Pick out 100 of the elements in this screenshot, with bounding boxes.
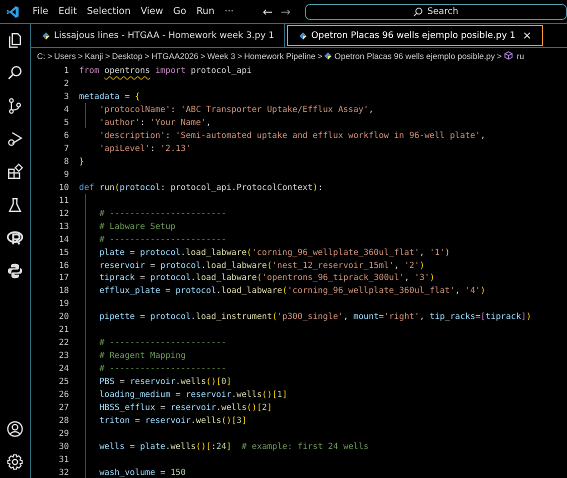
code-line: tiprack = protocol.load_labware('opentrons_96_tiprack_300ul', '3') [98,272,435,282]
menu-item[interactable]: ··· [220,6,239,17]
r-logo-icon[interactable] [6,229,24,247]
line-number: 24 [58,363,69,374]
breadcrumb-item[interactable]: HTGAA2026 [151,50,198,60]
line-number: 14 [58,234,69,244]
code-line: # Labware Setup [98,220,176,231]
search-icon [413,6,424,16]
code-line: 'protocolName': 'ABC Transporter Uptake/Efflux Assay', [98,104,374,114]
menu-item[interactable]: File [28,6,54,17]
breadcrumb-separator: > [200,50,206,60]
breadcrumb-separator: > [318,50,322,60]
line-number: 28 [58,414,69,425]
line-number: 23 [58,350,69,360]
code-line: # ----------------------- [98,208,226,218]
close-button[interactable]: × [522,29,532,42]
breadcrumb-item[interactable]: C: [37,50,46,60]
code-line: # ----------------------- [98,363,226,374]
code-line: wells = plate.wells()[:24] # example: first 24 wells [98,440,369,451]
code-line: PBS = reservoir.wells()[0] [98,376,232,386]
breadcrumb-item[interactable]: ru [516,50,524,60]
source-control-icon[interactable] [6,97,24,115]
breadcrumb-item[interactable]: Users [54,50,76,60]
line-number: 20 [58,311,69,322]
breadcrumb-separator: > [105,50,110,60]
line-number: 9 [62,168,69,179]
line-number: 11 [58,194,69,205]
account-icon[interactable] [6,420,24,438]
breadcrumb-item[interactable]: Week 3 [207,50,236,60]
run-debug-icon[interactable] [6,130,24,148]
flask-icon[interactable] [6,196,24,214]
menu-item[interactable]: Selection [82,6,136,17]
code-line: 'apiLevel': '2.13' [98,143,191,154]
line-number: 27 [58,402,69,412]
editor-tab[interactable]: Opetron Placas 96 wells ejemplo posible.py 1 × [287,25,543,46]
code-line: HBSS_efflux = reservoir.wells()[2] [98,402,272,412]
line-number: 8 [62,156,69,166]
line-number: 1 [62,65,69,76]
editor-tab[interactable]: Lissajous lines - HTGAA - Homework week 3.py 1 [31,24,286,47]
line-number: 5 [62,117,69,128]
python-file-icon [299,32,308,40]
back-button[interactable]: ← [262,4,273,18]
code-line: 'description': 'Semi-automated uptake and efflux workflow in 96-well plate', [98,130,486,140]
python-file-icon [324,52,332,60]
line-number: 22 [58,337,69,348]
code-line: from opentrons import protocol_api [79,65,252,76]
breadcrumb-item[interactable]: Desktop [112,50,142,60]
line-number: 31 [58,454,69,464]
line-number: 19 [58,298,69,308]
code-line: wash_volume = 150 [98,466,186,477]
line-number: 25 [58,376,69,386]
breadcrumb-separator: > [496,50,502,60]
search-icon[interactable] [6,64,24,82]
code-line: efflux_plate = protocol.load_labware('corning_96_wellplate_360ul_flat', '4') [98,285,486,296]
code-line: plate = protocol.load_labware('corning_96_wellplate_360ul_flat', '1') [98,246,450,257]
extensions-icon[interactable] [6,163,24,181]
code-line: triton = reservoir.wells()[3] [98,414,247,425]
line-number: 15 [58,246,69,257]
line-number: 6 [62,130,69,140]
code-line: def run(protocol: protocol_api.ProtocolContext): [79,182,323,192]
code-line: } [79,156,84,166]
breadcrumb-item[interactable]: Opetron Placas 96 wells ejemplo posible.py [334,50,495,60]
breadcrumb-item[interactable]: Kanji [84,50,104,60]
code-line: 'author': 'Your Name', [98,117,212,128]
line-number: 32 [58,466,69,477]
line-number: 18 [58,285,69,296]
search-field[interactable]: Search [304,4,567,20]
line-number: 4 [62,104,69,114]
code-line: reservoir = protocol.load_labware('nest_12_reservoir_15ml', '2') [98,260,425,270]
menu-item[interactable]: View [136,6,168,17]
line-number: 13 [58,220,69,231]
line-number: 7 [62,143,69,154]
line-number: 16 [58,260,69,270]
line-number: 3 [62,91,69,102]
line-number: 30 [58,440,69,451]
line-number: 17 [58,272,69,282]
line-number: 2 [62,78,69,88]
cube-icon [504,51,513,60]
line-number: 29 [58,428,69,438]
python-file-icon [42,32,50,40]
menu-item[interactable]: Edit [53,6,82,17]
breadcrumb-separator: > [237,50,242,60]
breadcrumb-separator: > [47,50,52,60]
breadcrumb-item[interactable]: Homework Pipeline [244,50,316,60]
code-line: metadata = { [79,91,140,102]
menu-item[interactable]: Run [191,6,220,17]
code-line: # Reagent Mapping [98,350,186,360]
settings-icon[interactable] [6,453,24,471]
code-line: pipette = protocol.load_instrument('p300_single', mount='right', tip_racks=[tiprack]) [98,311,532,322]
app-logo-icon[interactable] [6,4,20,18]
line-number: 21 [58,324,69,334]
menu-item[interactable]: Go [168,6,192,17]
code-line: # ----------------------- [98,234,226,244]
python-logo-icon[interactable] [6,262,24,280]
code-line: loading_medium = reservoir.wells()[1] [98,388,288,399]
line-number: 10 [58,182,69,192]
files-icon[interactable] [6,31,24,49]
line-number: 26 [58,388,69,399]
forward-button[interactable]: → [280,4,291,18]
line-number: 12 [58,208,69,218]
